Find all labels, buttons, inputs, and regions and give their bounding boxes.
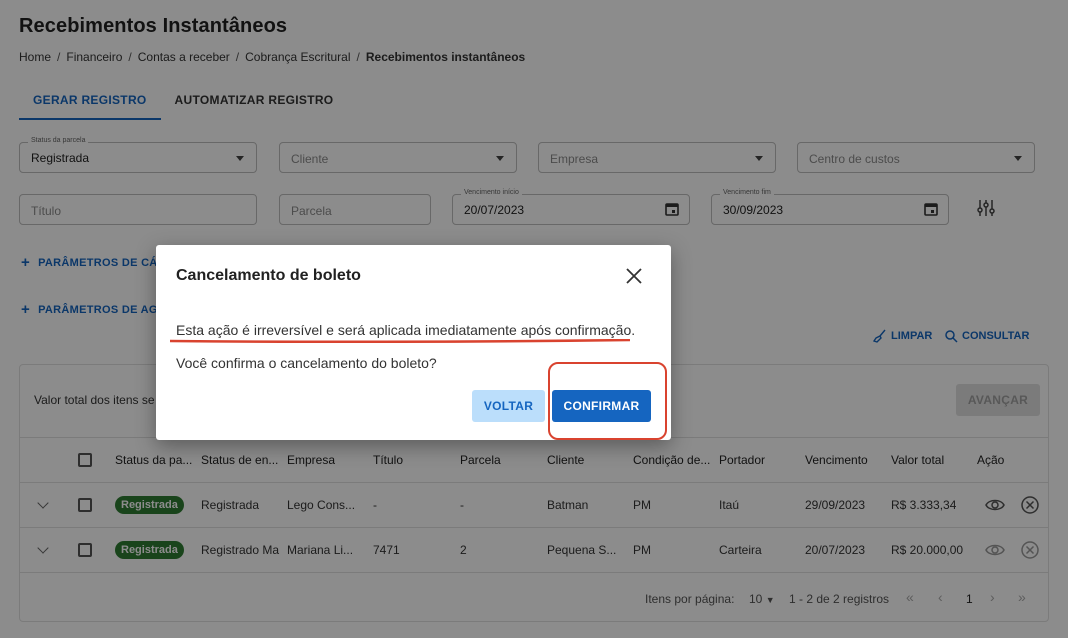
dialog-message: Esta ação é irreversível e será aplicada… [176, 322, 636, 338]
annotation-underline [170, 339, 630, 343]
dialog-title: Cancelamento de boleto [176, 267, 361, 284]
dialog-question: Você confirma o cancelamento do boleto? [176, 355, 437, 371]
annotation-highlight-box [548, 362, 667, 440]
voltar-button[interactable]: VOLTAR [472, 390, 545, 422]
close-icon[interactable] [625, 267, 643, 285]
